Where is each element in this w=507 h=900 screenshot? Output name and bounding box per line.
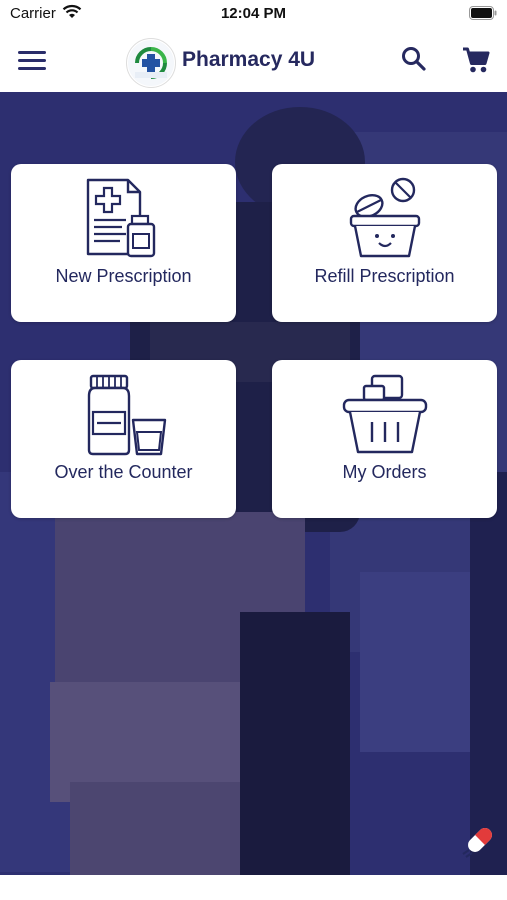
shopping-basket-icon xyxy=(342,374,427,454)
main-content: New Prescription Refill Prescription Ove… xyxy=(0,92,507,875)
tile-new-prescription[interactable]: New Prescription xyxy=(11,164,236,322)
cart-icon xyxy=(463,47,490,73)
app-title: Pharmacy 4U xyxy=(182,48,316,71)
app-logo xyxy=(126,38,176,88)
menu-icon-line xyxy=(18,51,46,54)
tile-label: New Prescription xyxy=(55,266,192,286)
status-bar: Carrier 12:04 PM xyxy=(0,0,507,30)
search-icon xyxy=(402,47,426,71)
pill-icon[interactable] xyxy=(460,820,500,865)
tile-label: Over the Counter xyxy=(54,462,193,482)
menu-icon-line xyxy=(18,67,46,70)
battery-icon xyxy=(469,6,497,25)
tile-refill-prescription[interactable]: Refill Prescription xyxy=(272,164,497,322)
tile-over-the-counter[interactable]: Over the Counter xyxy=(11,360,236,518)
tile-label: My Orders xyxy=(342,462,427,482)
medicine-bottle-icon xyxy=(87,374,166,456)
search-button[interactable] xyxy=(400,45,428,78)
clock: 12:04 PM xyxy=(220,5,287,22)
tile-label: Refill Prescription xyxy=(314,266,455,286)
prescription-document-icon xyxy=(86,178,155,258)
pill-basket-icon xyxy=(349,177,420,258)
menu-icon-line xyxy=(18,59,46,62)
menu-button[interactable] xyxy=(18,48,46,72)
cart-button[interactable] xyxy=(461,45,491,80)
tile-my-orders[interactable]: My Orders xyxy=(272,360,497,518)
bottom-safe-area xyxy=(0,875,507,900)
nav-bar: Pharmacy 4U xyxy=(0,30,507,92)
